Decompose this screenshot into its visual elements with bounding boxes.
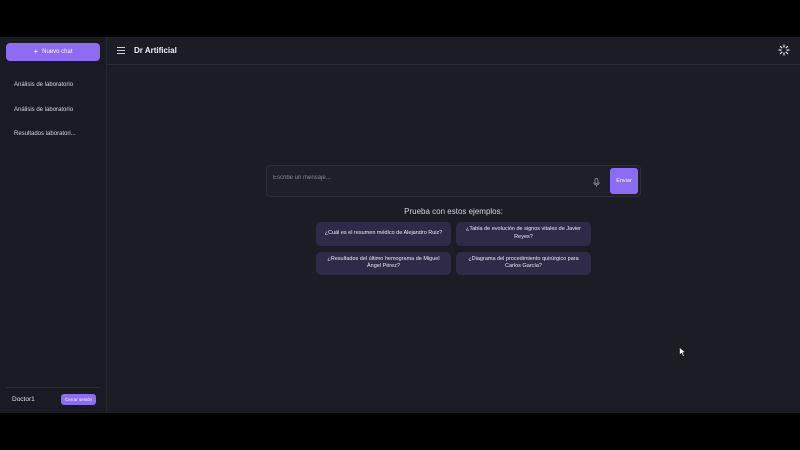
microphone-icon[interactable] — [593, 178, 600, 187]
sidebar: + Nuevo chat Análisis de laboratorio Aná… — [0, 37, 107, 413]
examples-title: Prueba con estos ejemplos: — [404, 207, 503, 216]
app-title: Dr Artificial — [134, 46, 177, 55]
logout-button[interactable]: Cerrar sesión — [60, 393, 96, 405]
example-prompt[interactable]: ¿Resultados del último hemograma de Migu… — [316, 251, 451, 275]
plus-icon: + — [33, 46, 39, 56]
sidebar-footer: Doctor1 Cerrar sesión — [6, 387, 100, 407]
user-name: Doctor1 — [12, 395, 35, 403]
history-item[interactable]: Análisis de laboratorio — [0, 73, 106, 98]
history-item[interactable]: Análisis de laboratorio — [0, 98, 106, 123]
mouse-cursor-icon — [679, 347, 686, 357]
topbar: Dr Artificial — [107, 37, 800, 65]
spinner-icon[interactable] — [778, 44, 790, 56]
example-prompt[interactable]: ¿Diagrama del procedimiento quirúrgico p… — [456, 251, 591, 275]
example-prompts: ¿Cuál es el resumen médico de Alejandro … — [316, 222, 592, 275]
example-prompt[interactable]: ¿Cuál es el resumen médico de Alejandro … — [316, 222, 451, 246]
history-item[interactable]: Resultados laboratori... — [0, 122, 106, 147]
message-input[interactable] — [273, 172, 583, 184]
example-prompt[interactable]: ¿Tabla de evolución de signos vitales de… — [456, 222, 591, 246]
main-panel: Dr Artificial Escribe un mensaje... Envi… — [107, 37, 800, 413]
new-chat-label: Nuevo chat — [42, 49, 73, 55]
menu-icon[interactable] — [117, 47, 125, 54]
message-composer: Enviar — [266, 165, 641, 197]
chat-history: Análisis de laboratorio Análisis de labo… — [0, 73, 106, 147]
send-button[interactable]: Enviar — [610, 168, 638, 194]
new-chat-button[interactable]: + Nuevo chat — [6, 43, 100, 61]
